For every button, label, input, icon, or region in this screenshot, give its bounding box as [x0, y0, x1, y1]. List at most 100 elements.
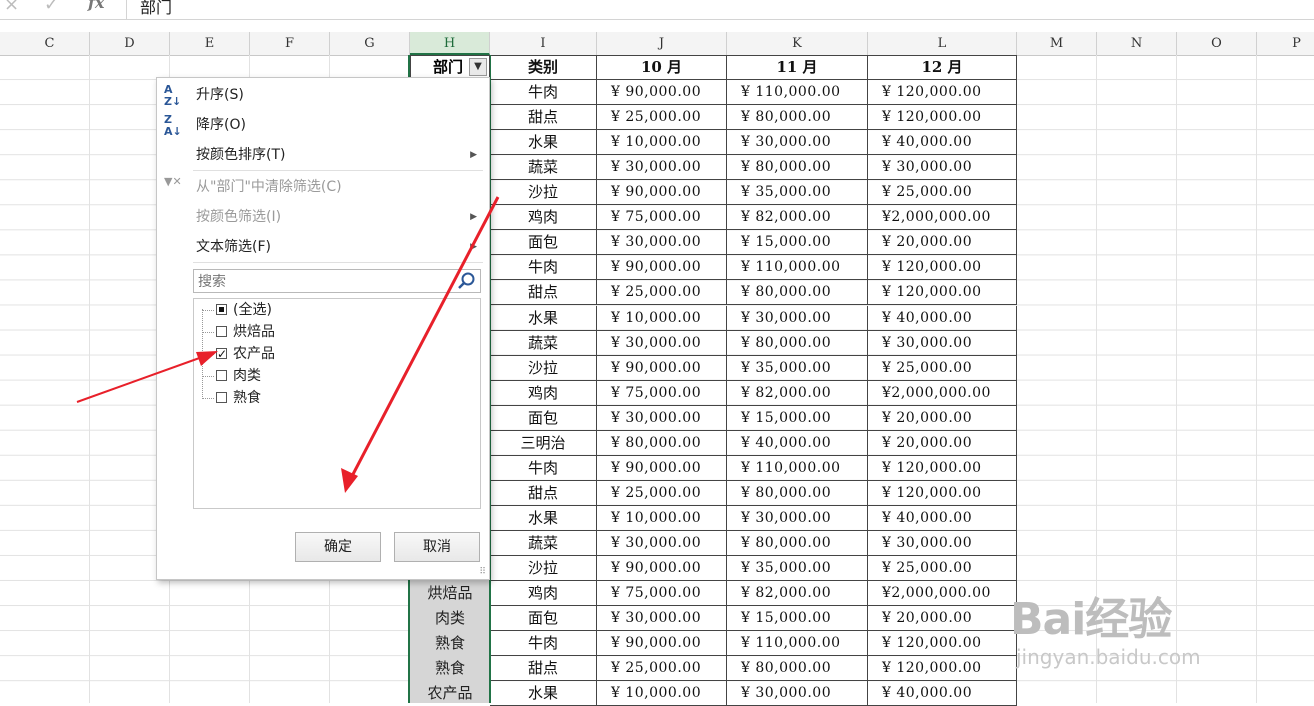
column-header-n[interactable]: N [1097, 32, 1177, 55]
column-header-d[interactable]: D [90, 32, 170, 55]
checkbox[interactable] [216, 343, 227, 365]
amount-cell[interactable]: ¥ 30,000.00 [597, 606, 727, 632]
column-header-l[interactable]: L [868, 32, 1017, 55]
amount-cell[interactable]: ¥ 15,000.00 [727, 230, 868, 256]
amount-cell[interactable]: ¥ 10,000.00 [597, 305, 727, 331]
category-cell[interactable]: 鸡肉 [490, 581, 597, 607]
checkbox[interactable] [216, 326, 227, 337]
amount-cell[interactable]: ¥ 35,000.00 [727, 180, 868, 206]
amount-cell[interactable]: ¥ 30,000.00 [597, 155, 727, 181]
amount-cell[interactable]: ¥ 90,000.00 [597, 455, 727, 481]
amount-cell[interactable]: ¥ 80,000.00 [727, 530, 868, 556]
amount-cell[interactable]: ¥ 82,000.00 [727, 205, 868, 231]
category-cell[interactable]: 沙拉 [490, 556, 597, 581]
amount-cell[interactable]: ¥ 90,000.00 [597, 556, 727, 581]
category-cell[interactable]: 甜点 [490, 656, 597, 682]
amount-cell[interactable]: ¥ 35,000.00 [727, 355, 868, 381]
amount-cell[interactable]: ¥ 82,000.00 [727, 380, 868, 406]
checkbox[interactable] [216, 304, 227, 315]
table-header-cell[interactable]: 类别 [490, 55, 597, 80]
column-header-p[interactable]: P [1257, 32, 1314, 55]
amount-cell[interactable]: ¥ 80,000.00 [727, 330, 868, 356]
amount-cell[interactable]: ¥2,000,000.00 [868, 581, 1017, 607]
amount-cell[interactable]: ¥ 40,000.00 [868, 681, 1017, 706]
amount-cell[interactable]: ¥ 90,000.00 [597, 180, 727, 206]
dept-cell[interactable]: 农产品 [410, 681, 490, 706]
amount-cell[interactable]: ¥ 35,000.00 [727, 556, 868, 581]
category-cell[interactable]: 鸡肉 [490, 205, 597, 231]
category-cell[interactable]: 蔬菜 [490, 530, 597, 556]
dept-cell[interactable]: 熟食 [410, 631, 490, 656]
amount-cell[interactable]: ¥ 25,000.00 [868, 556, 1017, 581]
ok-button[interactable]: 确定 [295, 532, 381, 562]
amount-cell[interactable]: ¥ 120,000.00 [868, 105, 1017, 131]
amount-cell[interactable]: ¥ 90,000.00 [597, 355, 727, 381]
category-cell[interactable]: 蔬菜 [490, 155, 597, 181]
clear-filter-item[interactable]: ▼✕ 从"部门"中清除筛选(C) [157, 173, 489, 201]
amount-cell[interactable]: ¥ 15,000.00 [727, 405, 868, 431]
amount-cell[interactable]: ¥ 80,000.00 [727, 280, 868, 306]
column-header-i[interactable]: I [490, 32, 597, 55]
column-header-h[interactable]: H [410, 32, 490, 55]
category-cell[interactable]: 沙拉 [490, 355, 597, 381]
category-cell[interactable]: 沙拉 [490, 180, 597, 206]
column-header-o[interactable]: O [1177, 32, 1257, 55]
category-cell[interactable]: 牛肉 [490, 80, 597, 106]
search-input[interactable] [196, 271, 450, 293]
resize-grip-icon[interactable]: ⠿ [479, 567, 486, 577]
amount-cell[interactable]: ¥ 30,000.00 [727, 305, 868, 331]
amount-cell[interactable]: ¥ 110,000.00 [727, 80, 868, 106]
amount-cell[interactable]: ¥ 30,000.00 [597, 405, 727, 431]
category-cell[interactable]: 牛肉 [490, 455, 597, 481]
search-icon[interactable] [457, 271, 477, 291]
amount-cell[interactable]: ¥ 80,000.00 [597, 430, 727, 456]
amount-cell[interactable]: ¥ 40,000.00 [868, 505, 1017, 531]
search-field[interactable] [193, 269, 481, 293]
amount-cell[interactable]: ¥ 25,000.00 [597, 280, 727, 306]
amount-cell[interactable]: ¥ 30,000.00 [597, 530, 727, 556]
amount-cell[interactable]: ¥ 120,000.00 [868, 280, 1017, 306]
category-cell[interactable]: 三明治 [490, 430, 597, 456]
checkbox[interactable] [216, 370, 227, 381]
sort-by-color-item[interactable]: 按颜色排序(T) ▶ [157, 141, 489, 169]
amount-cell[interactable]: ¥ 110,000.00 [727, 455, 868, 481]
amount-cell[interactable]: ¥ 90,000.00 [597, 255, 727, 281]
cancel-button[interactable]: 取消 [394, 532, 480, 562]
amount-cell[interactable]: ¥ 75,000.00 [597, 581, 727, 607]
amount-cell[interactable]: ¥ 25,000.00 [597, 105, 727, 131]
amount-cell[interactable]: ¥ 110,000.00 [727, 631, 868, 657]
column-header-e[interactable]: E [170, 32, 250, 55]
amount-cell[interactable]: ¥ 80,000.00 [727, 480, 868, 506]
amount-cell[interactable]: ¥ 20,000.00 [868, 405, 1017, 431]
text-filter-item[interactable]: 文本筛选(F) ▶ [157, 233, 489, 261]
dept-cell[interactable]: 烘焙品 [410, 581, 490, 606]
amount-cell[interactable]: ¥ 30,000.00 [868, 530, 1017, 556]
amount-cell[interactable]: ¥ 90,000.00 [597, 631, 727, 657]
category-cell[interactable]: 面包 [490, 230, 597, 256]
table-header-cell[interactable]: 11 月 [727, 55, 868, 80]
category-cell[interactable]: 水果 [490, 681, 597, 706]
category-cell[interactable]: 牛肉 [490, 631, 597, 657]
category-cell[interactable]: 面包 [490, 405, 597, 431]
amount-cell[interactable]: ¥ 10,000.00 [597, 681, 727, 706]
amount-cell[interactable]: ¥ 30,000.00 [868, 330, 1017, 356]
amount-cell[interactable]: ¥ 120,000.00 [868, 255, 1017, 281]
sort-descending-item[interactable]: Z A↓ 降序(O) [157, 111, 489, 139]
amount-cell[interactable]: ¥ 20,000.00 [868, 230, 1017, 256]
category-cell[interactable]: 水果 [490, 305, 597, 331]
amount-cell[interactable]: ¥ 25,000.00 [597, 480, 727, 506]
amount-cell[interactable]: ¥ 75,000.00 [597, 205, 727, 231]
amount-cell[interactable]: ¥ 30,000.00 [727, 505, 868, 531]
amount-cell[interactable]: ¥ 20,000.00 [868, 430, 1017, 456]
amount-cell[interactable]: ¥ 75,000.00 [597, 380, 727, 406]
column-header-k[interactable]: K [727, 32, 868, 55]
category-cell[interactable]: 水果 [490, 505, 597, 531]
amount-cell[interactable]: ¥ 80,000.00 [727, 656, 868, 682]
amount-cell[interactable]: ¥ 15,000.00 [727, 606, 868, 632]
filter-by-color-item[interactable]: 按颜色筛选(I) ▶ [157, 203, 489, 231]
checkbox[interactable] [216, 392, 227, 403]
enter-icon[interactable]: ✓ [44, 0, 59, 15]
amount-cell[interactable]: ¥2,000,000.00 [868, 205, 1017, 231]
category-cell[interactable]: 鸡肉 [490, 380, 597, 406]
column-header-j[interactable]: J [597, 32, 727, 55]
